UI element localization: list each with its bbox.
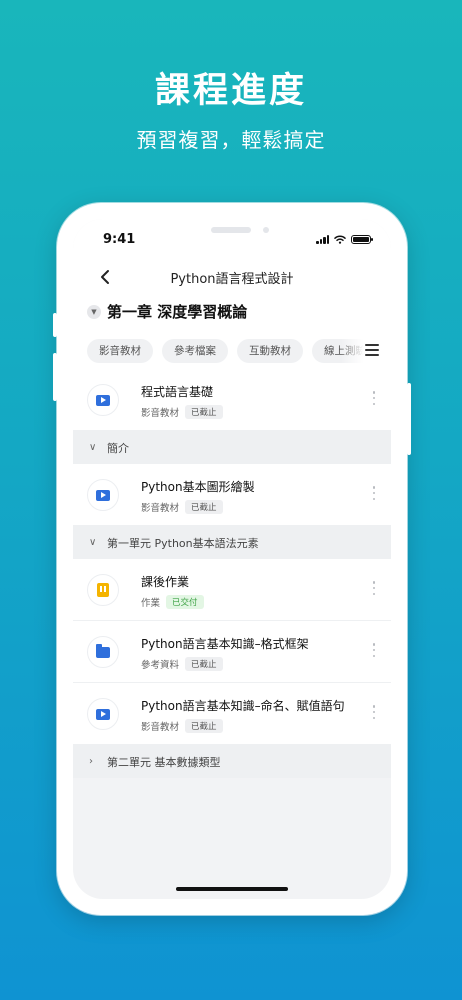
item-type: 影音教材	[141, 503, 180, 514]
phone-volume-button	[53, 353, 57, 401]
item-title: Python語言基本知識–格式框架	[141, 637, 309, 651]
filter-chip-video[interactable]: 影音教材	[87, 339, 153, 363]
battery-icon	[351, 235, 373, 244]
folder-icon	[87, 636, 119, 668]
signal-icon	[316, 235, 329, 244]
phone-power-button	[407, 383, 411, 455]
section-header-intro[interactable]: ∨ 簡介	[73, 431, 391, 464]
app-screen: 9:41 Python語言程式設計 ▼ 第一章 深度學習概論 影音教材 參考檔案…	[73, 219, 391, 899]
filter-chip-reference[interactable]: 參考檔案	[162, 339, 228, 363]
app-header: 9:41 Python語言程式設計 ▼ 第一章 深度學習概論 影音教材 參考檔案…	[73, 219, 391, 369]
status-badge: 已截止	[185, 719, 223, 733]
chapter-title: 第一章 深度學習概論	[107, 303, 248, 321]
item-title: 程式語言基礎	[141, 385, 214, 399]
more-vertical-icon[interactable]	[372, 705, 376, 719]
menu-icon[interactable]	[365, 344, 379, 358]
list-item[interactable]: 程式語言基礎 影音教材 已截止	[73, 369, 391, 431]
page-title: Python語言程式設計	[170, 272, 294, 287]
list-item[interactable]: Python語言基本知識–命名、賦值語句 影音教材 已截止	[73, 683, 391, 745]
list-item[interactable]: Python基本圖形繪製 影音教材 已截止	[73, 464, 391, 526]
chapter-selector[interactable]: ▼ 第一章 深度學習概論	[87, 301, 247, 322]
home-indicator[interactable]	[176, 887, 288, 891]
play-video-icon	[87, 479, 119, 511]
list-item[interactable]: Python語言基本知識–格式框架 參考資料 已截止	[73, 621, 391, 683]
section-label: 第二單元 基本數據類型	[107, 755, 221, 769]
wifi-icon	[334, 235, 346, 244]
chevron-down-icon: ∨	[89, 442, 97, 453]
filter-chip-interactive[interactable]: 互動教材	[237, 339, 303, 363]
section-label: 第一單元 Python基本語法元素	[107, 536, 259, 550]
item-title: Python語言基本知識–命名、賦值語句	[141, 699, 345, 713]
item-title: 課後作業	[141, 575, 190, 589]
item-type: 影音教材	[141, 408, 180, 419]
speaker-notch	[211, 227, 251, 233]
homework-icon	[87, 574, 119, 606]
more-vertical-icon[interactable]	[372, 581, 376, 595]
promo-title: 課程進度	[154, 71, 307, 111]
phone-frame: 9:41 Python語言程式設計 ▼ 第一章 深度學習概論 影音教材 參考檔案…	[53, 203, 411, 915]
status-badge: 已交付	[166, 595, 204, 609]
chevron-right-icon: ›	[89, 756, 93, 767]
more-vertical-icon[interactable]	[372, 486, 376, 500]
item-type: 參考資料	[141, 660, 180, 671]
item-type: 影音教材	[141, 722, 180, 733]
list-item[interactable]: 課後作業 作業 已交付	[73, 559, 391, 621]
status-badge: 已截止	[185, 405, 223, 419]
status-badge: 已截止	[185, 657, 223, 671]
status-badge: 已截止	[185, 500, 223, 514]
camera-dot	[263, 227, 269, 233]
status-time: 9:41	[103, 232, 136, 247]
item-type: 作業	[141, 598, 161, 609]
section-header-unit1[interactable]: ∨ 第一單元 Python基本語法元素	[73, 526, 391, 559]
item-title: Python基本圖形繪製	[141, 480, 255, 494]
section-header-unit2[interactable]: › 第二單元 基本數據類型	[73, 745, 391, 778]
promo-subtitle: 預習複習，輕鬆搞定	[136, 128, 326, 152]
play-video-icon	[87, 698, 119, 730]
play-video-icon	[87, 384, 119, 416]
more-vertical-icon[interactable]	[372, 391, 376, 405]
section-label: 簡介	[107, 441, 129, 455]
phone-side-button	[53, 313, 57, 337]
chevron-down-icon: ∨	[89, 537, 97, 548]
caret-down-icon: ▼	[87, 304, 101, 319]
content-list: 程式語言基礎 影音教材 已截止 ∨ 簡介 Python基本圖形繪製 影音教材 已…	[73, 369, 391, 778]
more-vertical-icon[interactable]	[372, 643, 376, 657]
status-icons	[316, 235, 373, 244]
